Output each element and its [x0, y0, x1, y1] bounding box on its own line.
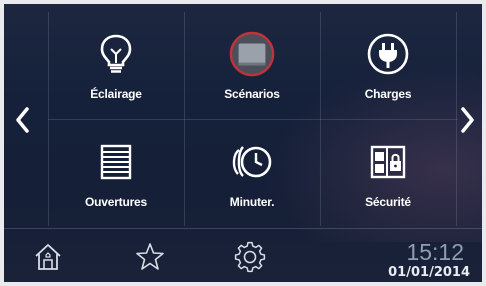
lightbulb-icon [93, 31, 139, 77]
tile-ouvertures[interactable]: Ouvertures [48, 120, 184, 227]
timer-clock-icon [229, 139, 275, 185]
menu-grid: Éclairage Scénarios Charges Ouvertures M… [48, 12, 458, 226]
plug-icon [365, 31, 411, 77]
bottom-bar: 15:12 01/01/2014 [4, 228, 482, 282]
touch-screen: Éclairage Scénarios Charges Ouvertures M… [4, 4, 482, 282]
tile-label: Éclairage [90, 87, 142, 101]
tile-charges[interactable]: Charges [320, 12, 456, 119]
clock-date: 01/01/2014 [388, 265, 470, 280]
chevron-left-icon[interactable] [10, 100, 34, 140]
tile-eclairage[interactable]: Éclairage [48, 12, 184, 119]
home-icon[interactable] [32, 241, 64, 273]
tile-minuter[interactable]: Minuter. [184, 120, 320, 227]
clock-time: 15:12 [406, 239, 464, 265]
chevron-right-icon[interactable] [456, 100, 480, 140]
tile-label: Ouvertures [84, 195, 148, 209]
tile-scenarios[interactable]: Scénarios [184, 12, 320, 119]
star-icon[interactable] [134, 241, 166, 273]
shutter-icon [93, 139, 139, 185]
security-lock-icon [365, 139, 411, 185]
gear-icon[interactable] [234, 241, 266, 273]
tile-label: Minuter. [229, 195, 275, 209]
device-frame: Éclairage Scénarios Charges Ouvertures M… [0, 0, 486, 286]
tile-label: Charges [364, 87, 412, 101]
tile-label: Scénarios [224, 87, 280, 101]
tile-securite[interactable]: Sécurité [320, 120, 456, 227]
scenario-screen-icon [229, 31, 275, 77]
tile-label: Sécurité [365, 195, 411, 209]
